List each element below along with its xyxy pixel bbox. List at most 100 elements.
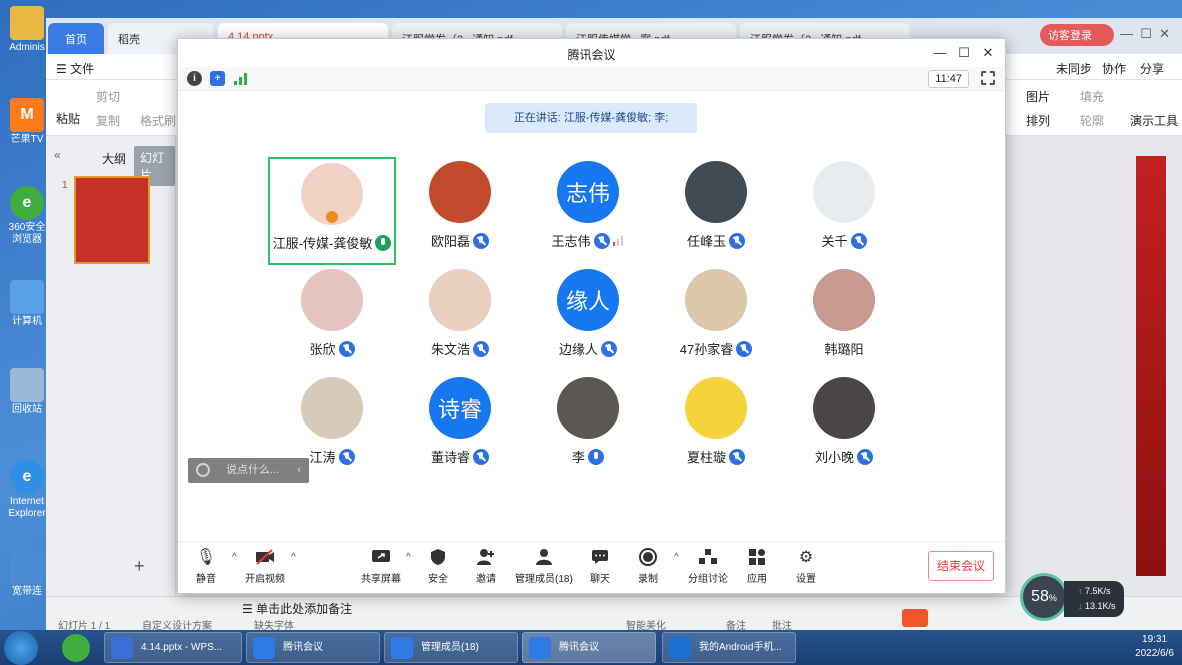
minimize-button[interactable]: — xyxy=(929,43,951,63)
chat-input[interactable]: 说点什么... ‹ xyxy=(188,458,309,483)
participant-name-row: 任峰玉 xyxy=(652,231,780,250)
desktop-icon-ie[interactable]: e Internet Explorer xyxy=(4,460,50,520)
participant-name-row: 江服-传媒-龚俊敏 xyxy=(270,233,394,252)
file-menu[interactable]: ☰ 文件 xyxy=(56,60,94,77)
notes-field[interactable]: ☰ 单击此处添加备注 xyxy=(242,600,352,617)
wps-tab-home[interactable]: 首页 xyxy=(48,23,104,54)
wps-window-controls[interactable]: — ☐ ✕ xyxy=(1120,26,1170,42)
participant-tile[interactable]: 任峰玉 xyxy=(652,157,780,265)
participant-tile[interactable]: 张欣 xyxy=(268,265,396,373)
system-clock[interactable]: 19:31 2022/6/6 xyxy=(1135,633,1174,661)
share-screen-icon xyxy=(371,548,391,566)
participant-tile[interactable]: 欧阳磊 xyxy=(396,157,524,265)
participant-tile[interactable]: 韩璐阳 xyxy=(780,265,908,373)
participant-tile[interactable]: 李 xyxy=(524,373,652,481)
taskbar-wps[interactable]: 4.14.pptx - WPS... xyxy=(104,632,242,663)
record-options-chevron-icon[interactable]: ^ xyxy=(674,552,679,563)
presentation-tools-button[interactable]: 演示工具 xyxy=(1130,112,1178,129)
participant-tile[interactable]: 志伟 王志伟 xyxy=(524,157,652,265)
security-shield-icon[interactable]: + xyxy=(210,71,225,86)
speed-readout: ↑ 7.5K/s ↓ 13.1K/s xyxy=(1064,581,1124,617)
participant-name-row: 关千 xyxy=(780,231,908,250)
record-button[interactable]: 录制 xyxy=(638,548,658,585)
participant-tile[interactable]: 刘小晚 xyxy=(780,373,908,481)
avatar xyxy=(685,269,747,331)
participant-tile[interactable]: 诗睿 董诗睿 xyxy=(396,373,524,481)
taskbar-manage-members[interactable]: 管理成员(18) xyxy=(384,632,518,663)
mic-icon xyxy=(375,234,392,251)
arrange-button[interactable]: 排列 xyxy=(1026,112,1050,129)
mic-muted-icon xyxy=(601,340,617,357)
slide-thumbnail[interactable] xyxy=(74,176,150,264)
360-browser-taskbar-icon[interactable] xyxy=(62,634,90,662)
avatar xyxy=(557,377,619,439)
meeting-title: 腾讯会议 xyxy=(567,48,616,62)
participant-name: 任峰玉 xyxy=(686,234,726,249)
copy-button[interactable]: 复制 xyxy=(96,112,120,129)
participant-name-row: 王志伟 xyxy=(524,231,652,250)
participant-name-row: 董诗睿 xyxy=(396,447,524,466)
desktop-icon-recycle[interactable]: 回收站 xyxy=(4,368,50,416)
add-slide-icon[interactable]: + xyxy=(134,556,145,577)
network-signal-icon[interactable] xyxy=(234,73,248,85)
fill-button[interactable]: 填充 xyxy=(1080,88,1104,105)
desktop-icon-computer[interactable]: 计算机 xyxy=(4,280,50,328)
fullscreen-icon[interactable] xyxy=(981,71,995,85)
mic-muted-icon xyxy=(729,448,745,465)
desktop-icon-admin[interactable]: Adminis xyxy=(4,6,50,54)
participant-name: 夏柱璇 xyxy=(686,450,726,465)
participant-tile[interactable]: 缘人 边缘人 xyxy=(524,265,652,373)
play-icon[interactable] xyxy=(902,609,928,627)
apps-button[interactable]: 应用 xyxy=(747,548,767,585)
breakout-button[interactable]: 分组讨论 xyxy=(688,548,728,585)
participant-name-row: 欧阳磊 xyxy=(396,231,524,250)
audio-level-icon xyxy=(612,235,625,246)
cut-button[interactable]: 剪切 xyxy=(96,88,120,105)
collapse-chat-icon[interactable]: ‹ xyxy=(297,458,301,483)
guest-login-button[interactable]: 访客登录 xyxy=(1040,24,1114,46)
picture-button[interactable]: 图片 xyxy=(1026,88,1050,105)
start-video-button[interactable]: 开启视频 xyxy=(245,548,285,585)
network-speed-widget[interactable]: 58% ↑ 7.5K/s ↓ 13.1K/s xyxy=(1020,573,1124,621)
settings-button[interactable]: ⚙ 设置 xyxy=(796,548,816,585)
security-button[interactable]: 安全 xyxy=(428,548,448,585)
video-options-chevron-icon[interactable]: ^ xyxy=(291,552,296,563)
desktop-icon-mangotv[interactable]: M 芒果TV xyxy=(4,98,50,146)
taskbar-tencent-meeting-1[interactable]: 腾讯会议 xyxy=(246,632,380,663)
invite-button[interactable]: 邀请 xyxy=(476,548,496,585)
participant-tile[interactable]: 夏柱璇 xyxy=(652,373,780,481)
participant-tile[interactable]: 47孙家睿 xyxy=(652,265,780,373)
format-painter-button[interactable]: 格式刷 xyxy=(140,112,176,129)
info-icon[interactable]: i xyxy=(187,71,202,86)
taskbar-android-phone[interactable]: 我的Android手机... xyxy=(662,632,796,663)
taskbar-tencent-meeting-2[interactable]: 腾讯会议 xyxy=(522,632,656,663)
participant-name: 张欣 xyxy=(309,342,336,357)
desktop-icon-360[interactable]: e 360安全浏览器 xyxy=(4,186,50,246)
manage-members-button[interactable]: 管理成员(18) xyxy=(515,548,573,585)
slide-preview xyxy=(1136,156,1166,576)
collapse-icon[interactable]: « xyxy=(54,148,61,162)
participant-tile[interactable]: 关千 xyxy=(780,157,908,265)
outline-button[interactable]: 轮廓 xyxy=(1080,112,1104,129)
emoji-icon[interactable] xyxy=(196,463,210,477)
tab-outline[interactable]: 大纲 xyxy=(102,150,126,167)
close-button[interactable]: ✕ xyxy=(977,43,999,63)
video-off-icon xyxy=(255,548,275,566)
share-options-chevron-icon[interactable]: ^ xyxy=(406,552,411,563)
share-screen-button[interactable]: 共享屏幕 xyxy=(361,548,401,585)
participant-tile[interactable]: 朱文浩 xyxy=(396,265,524,373)
end-meeting-button[interactable]: 结束会议 xyxy=(928,551,994,581)
share-button[interactable]: 分享 xyxy=(1140,60,1164,77)
mic-options-chevron-icon[interactable]: ^ xyxy=(232,552,237,563)
start-button[interactable] xyxy=(4,631,38,665)
mic-icon: 🎙 xyxy=(195,549,217,566)
mute-button[interactable]: 🎙 静音 xyxy=(196,548,216,585)
collab-button[interactable]: 协作 xyxy=(1102,60,1126,77)
computer-icon xyxy=(10,280,44,314)
sync-status[interactable]: 未同步 xyxy=(1056,60,1092,77)
maximize-button[interactable]: ☐ xyxy=(953,43,975,63)
chat-button[interactable]: 聊天 xyxy=(590,548,610,585)
paste-button[interactable]: 粘贴 xyxy=(56,110,80,127)
participant-tile[interactable]: 江服-传媒-龚俊敏 xyxy=(268,157,396,265)
desktop-icon-broadband[interactable]: 宽带连 xyxy=(4,550,50,598)
